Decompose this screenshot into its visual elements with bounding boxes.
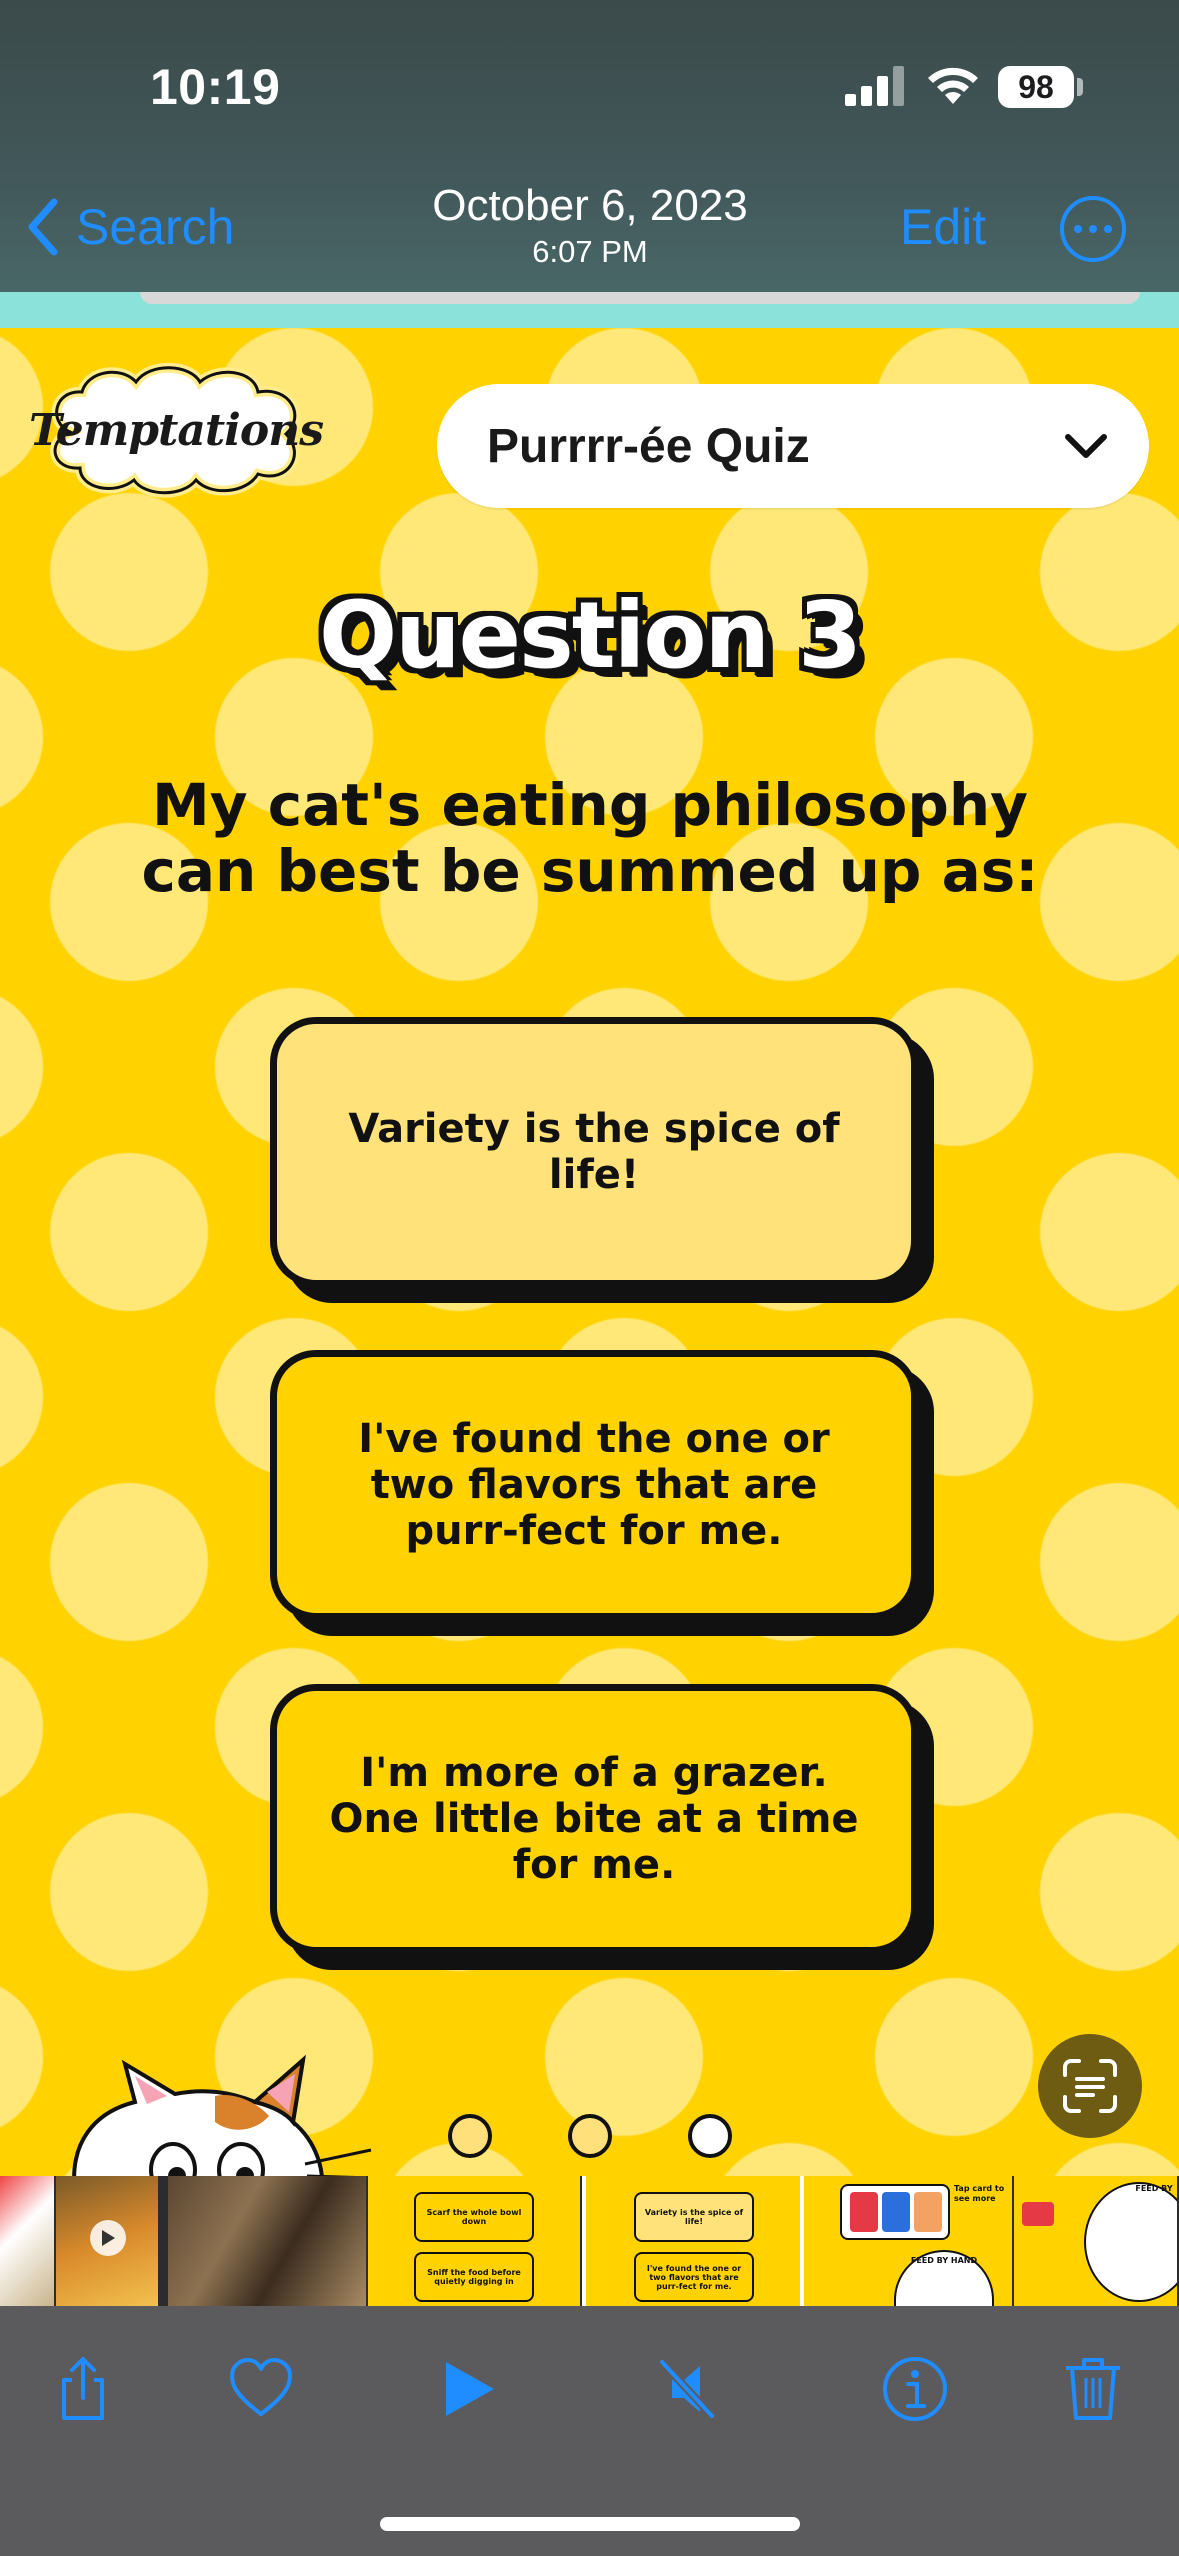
- back-label: Search: [76, 199, 235, 255]
- speaker-muted-icon: [658, 2358, 716, 2420]
- play-icon: [446, 2362, 494, 2416]
- play-button[interactable]: [422, 2344, 512, 2434]
- more-dot: [1074, 225, 1082, 233]
- more-options-button[interactable]: [1060, 196, 1126, 262]
- battery-nub: [1077, 78, 1083, 96]
- info-icon: [883, 2357, 947, 2421]
- question-title: Question 3: [318, 582, 862, 689]
- back-button[interactable]: Search: [24, 192, 234, 262]
- edit-button[interactable]: Edit: [900, 198, 986, 256]
- photo-time: 6:07 PM: [532, 234, 648, 269]
- play-badge: [90, 2220, 126, 2256]
- mini-answer-card: Variety is the spice of life!: [634, 2192, 754, 2242]
- quiz-dropdown[interactable]: Purrrr-ée Quiz: [437, 384, 1149, 508]
- thumbnail-cat-photo[interactable]: [168, 2176, 368, 2306]
- live-text-scan-icon: [1063, 2059, 1117, 2113]
- home-indicator: [380, 2517, 800, 2531]
- mini-product-card: [840, 2184, 950, 2240]
- answer-option-1[interactable]: Variety is the spice of life!: [270, 1017, 918, 1287]
- mini-answer-card: Scarf the whole bowl down: [414, 2192, 534, 2242]
- mini-feed-text: FEED BY HAND: [910, 2256, 978, 2265]
- page-dot-3[interactable]: [688, 2114, 732, 2158]
- share-icon: [62, 2357, 104, 2420]
- mini-answer-card: Sniff the food before quietly digging in: [414, 2252, 534, 2302]
- answer-option-3[interactable]: I'm more of a grazer. One little bite at…: [270, 1684, 918, 1954]
- mini-answer-card: I've found the one or two flavors that a…: [634, 2252, 754, 2302]
- cellular-signal-icon: [845, 66, 904, 106]
- favorite-button[interactable]: [216, 2344, 306, 2434]
- temptations-logo: Temptations: [29, 362, 324, 498]
- cat-illustration: [72, 2054, 374, 2178]
- mini-feed-by-text: FEED BY: [1135, 2184, 1173, 2193]
- question-text: My cat's eating philosophy can best be s…: [141, 771, 1039, 905]
- more-dot: [1089, 225, 1097, 233]
- mute-button[interactable]: [642, 2344, 732, 2434]
- nav-title: October 6, 2023 6:07 PM: [340, 180, 840, 270]
- chevron-left-icon: [28, 198, 58, 256]
- thumbnail-quiz-q2[interactable]: Scarf the whole bowl down Sniff the food…: [368, 2176, 582, 2306]
- trash-icon: [1066, 2358, 1120, 2420]
- status-time: 10:19: [150, 59, 281, 115]
- live-text-button[interactable]: [1038, 2034, 1142, 2138]
- thumbnail[interactable]: [0, 2176, 56, 2306]
- mini-answer-text: Variety is the spice of life!: [644, 2208, 744, 2226]
- share-button[interactable]: [38, 2344, 128, 2434]
- thumbnail-video[interactable]: [56, 2176, 160, 2306]
- delete-button[interactable]: [1048, 2344, 1138, 2434]
- play-icon: [102, 2230, 115, 2246]
- photo-viewer[interactable]: Temptations Purrrr-ée Quiz Question 3 My…: [0, 292, 1179, 2178]
- page-dot-1[interactable]: [448, 2114, 492, 2158]
- mini-answer-text: Scarf the whole bowl down: [426, 2208, 522, 2226]
- info-button[interactable]: [870, 2344, 960, 2434]
- top-bar: 10:19 98 Search October 6, 2023 6:07 PM …: [0, 0, 1179, 300]
- mini-feed-card: [1084, 2182, 1177, 2302]
- thumbnail-gap: [160, 2176, 168, 2306]
- chevron-down-icon: [1065, 434, 1107, 458]
- page-dot-2[interactable]: [568, 2114, 612, 2158]
- more-dot: [1104, 225, 1112, 233]
- wifi-icon: [928, 67, 978, 104]
- thumbnail-quiz-q3-current[interactable]: Variety is the spice of life! I've found…: [582, 2176, 804, 2306]
- quiz-pagination: [440, 2114, 740, 2164]
- thumbnail-feed-card[interactable]: FEED BY: [1014, 2176, 1179, 2306]
- heart-icon: [230, 2358, 292, 2416]
- battery-level: 98: [1018, 68, 1054, 105]
- thumbnail-strip[interactable]: Scarf the whole bowl down Sniff the food…: [0, 2176, 1179, 2306]
- thumbnail-product-cards[interactable]: Tap card to see more FEED BY HAND: [804, 2176, 1014, 2306]
- photo-top-strip: [0, 292, 1179, 328]
- logo-text: Temptations: [29, 404, 324, 456]
- mini-answer-text: Sniff the food before quietly digging in: [427, 2268, 521, 2286]
- mini-answer-text: I've found the one or two flavors that a…: [646, 2263, 742, 2291]
- answer-option-2[interactable]: I've found the one or two flavors that a…: [270, 1350, 918, 1620]
- quiz-dropdown-label: Purrrr-ée Quiz: [487, 419, 810, 473]
- photo-date: October 6, 2023: [432, 181, 748, 230]
- battery-indicator: 98: [998, 66, 1074, 108]
- mini-tap-text: Tap card to see more: [954, 2184, 1005, 2203]
